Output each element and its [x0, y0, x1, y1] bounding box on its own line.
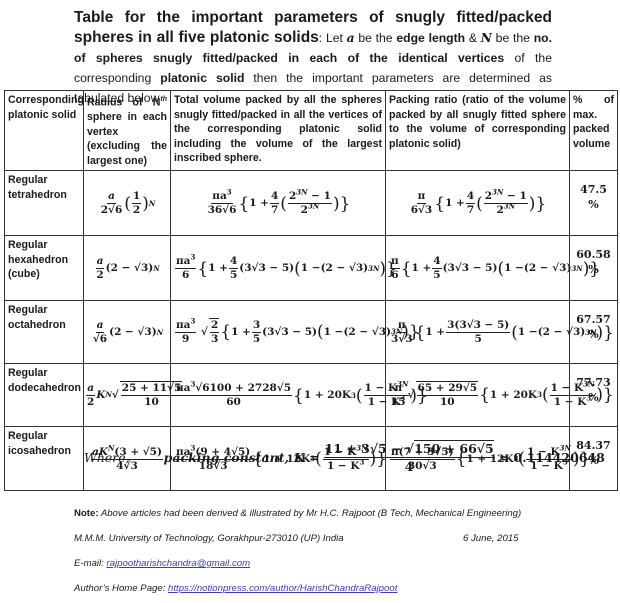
packing-constant-label: packing constant,: [163, 450, 289, 465]
radius-formula: a √6 (2 − √3) N: [83, 300, 171, 365]
parameters-table: Corresponding platonic solid Radius of N…: [4, 89, 618, 492]
table-row: Regular dodecahedron a 2 K N √ 25 + 11√5 10 πa…: [4, 363, 618, 428]
ratio-formula: π 6{1 + 4 5 (3√3 − 5)(1 − (2 − √3) 3N)}: [385, 235, 600, 302]
header-ratio: Packing ratio (ratio of the volume packe…: [385, 89, 570, 172]
footer-date: 6 June, 2015: [463, 533, 519, 544]
footer-university: M.M.M. University of Technology, Gorakhp…: [74, 533, 344, 544]
radius-formula: a 2√6(1 2) N: [83, 170, 171, 237]
radius-formula: a 2 (2 − √3) N: [83, 235, 171, 302]
packing-constant-equation: Where, packing constant, K = 11 + 3√5 − …: [84, 440, 605, 475]
header-volume: Total volume packed by all the spheres s…: [170, 89, 386, 172]
ratio-formula: π 6√3{1 + 4 7(23N − 1 23N)}: [385, 170, 570, 237]
table-header-row: Corresponding platonic solid Radius of N…: [4, 89, 618, 172]
solid-name: Regular tetrahedron: [4, 170, 84, 237]
volume-formula: πa3 6{1 + 4 5 (3√3 − 5)(1 − (2 − √3) 3N)}: [170, 235, 397, 302]
header-solid: Corresponding platonic solid: [4, 89, 84, 172]
solid-name: Regular icosahedron: [4, 426, 84, 492]
var-a: a: [346, 31, 355, 45]
volume-formula: πa3 36√6{1 + 4 7(23N − 1 23N)}: [170, 170, 386, 237]
email-link[interactable]: rajpootharishchandra@gmail.com: [107, 558, 251, 569]
header-radius: Radius of Nth sphere in each vertex (exc…: [83, 89, 171, 172]
k-approx-value: ≈ 0.114420648: [498, 450, 605, 465]
solid-name: Regular hexahedron (cube): [4, 235, 84, 302]
percent-value: 47.5 %: [569, 170, 618, 237]
k-fraction: 11 + 3√5 − √150 + 66√5 4: [323, 440, 495, 474]
volume-formula: πa3√6100 + 2728√5 60{1 + 20K 3(1 − K3N 1 − …: [170, 363, 428, 428]
ratio-formula: π 3√3{1 + 3(3√3 − 5) 5(1 − (2 − √3) 3N)}: [385, 300, 614, 365]
solid-name: Regular octahedron: [4, 300, 84, 365]
table-row: Regular octahedron a √6 (2 − √3) N πa3 9 √ 2 3…: [4, 300, 618, 365]
homepage-link[interactable]: https://notionpress.com/author/HarishCha…: [168, 583, 397, 594]
solid-name: Regular dodecahedron: [4, 363, 84, 428]
table-row: Regular tetrahedron a 2√6(1 2) N πa3 36√6{1 …: [4, 170, 618, 237]
ratio-formula: π 15 √ 65 + 29√5 10{1 + 20K 3(1 − K3N 1 − K3)}: [385, 363, 614, 428]
volume-formula: πa3 9 √ 2 3{1 + 3 5 (3√3 − 5)(1 − (2 − √3) 3N)…: [170, 300, 420, 365]
table-row: Regular hexahedron (cube) a 2 (2 − √3) N πa…: [4, 235, 618, 302]
where-label: Where,: [84, 450, 130, 465]
radius-formula: a 2 K N √ 25 + 11√5 10: [83, 363, 183, 428]
k-symbol: K =: [293, 450, 320, 465]
footer-homepage: Author’s Home Page: https://notionpress.…: [74, 583, 398, 594]
footer-note: Note: Above articles had been derived & …: [74, 508, 522, 519]
footer-email: E-mail: rajpootharishchandra@gmail.com: [74, 558, 251, 569]
var-n: N: [480, 31, 492, 45]
header-percent: % of max. packed volume: [569, 89, 618, 172]
